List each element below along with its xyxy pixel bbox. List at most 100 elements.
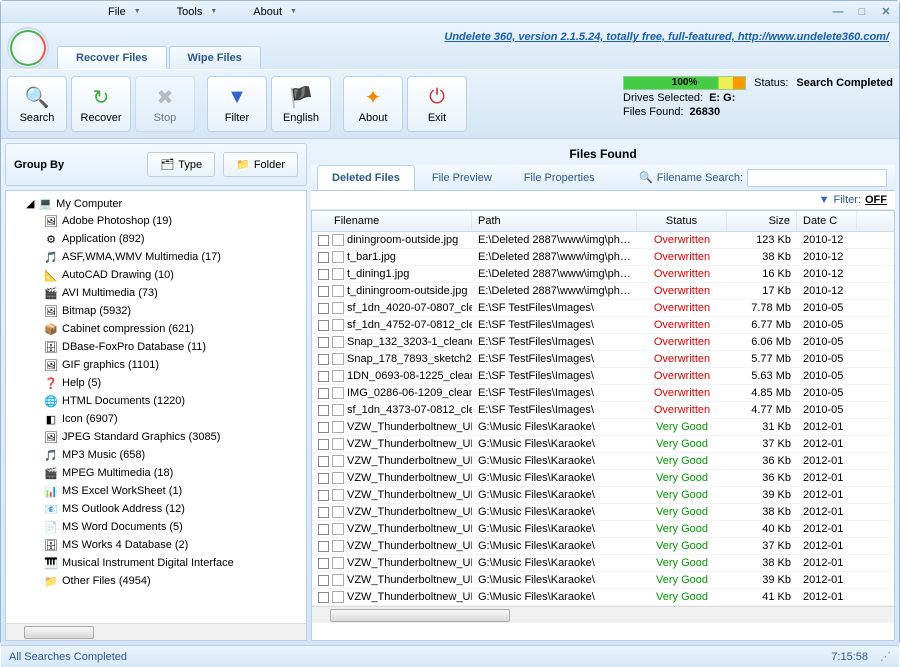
table-row[interactable]: sf_1dn_4373-07-0812_cle...E:\SF TestFile… (312, 402, 894, 419)
row-checkbox[interactable] (318, 337, 329, 348)
collapse-icon[interactable]: ◢ (26, 197, 34, 210)
language-button[interactable]: 🏴English (271, 76, 331, 132)
tree-item[interactable]: 🌐HTML Documents (1220) (10, 392, 302, 410)
tree-hscroll[interactable] (6, 623, 306, 640)
tree-item[interactable]: 🎬MPEG Multimedia (18) (10, 464, 302, 482)
tree-item[interactable]: 🗄MS Works 4 Database (2) (10, 536, 302, 554)
row-checkbox[interactable] (318, 592, 329, 603)
tab-wipe-files[interactable]: Wipe Files (169, 46, 261, 69)
table-row[interactable]: Snap_132_3203-1_cleane...E:\SF TestFiles… (312, 334, 894, 351)
table-row[interactable]: VZW_Thunderboltnew_UM...G:\Music Files\K… (312, 589, 894, 606)
row-checkbox[interactable] (318, 354, 329, 365)
tab-deleted-files[interactable]: Deleted Files (317, 165, 415, 190)
table-row[interactable]: VZW_Thunderboltnew_UM...G:\Music Files\K… (312, 436, 894, 453)
close-button[interactable]: ✕ (877, 5, 895, 19)
tree-item[interactable]: 📦Cabinet compression (621) (10, 320, 302, 338)
table-row[interactable]: diningroom-outside.jpgE:\Deleted 2887\ww… (312, 232, 894, 249)
search-button[interactable]: 🔍Search (7, 76, 67, 132)
tree-item[interactable]: 🎬AVI Multimedia (73) (10, 284, 302, 302)
table-row[interactable]: 1DN_0693-08-1225_clean...E:\SF TestFiles… (312, 368, 894, 385)
tree-item[interactable]: 📄MS Word Documents (5) (10, 518, 302, 536)
row-checkbox[interactable] (318, 252, 329, 263)
menu-file[interactable]: File▼ (90, 4, 159, 20)
col-date[interactable]: Date C (797, 211, 857, 231)
tree-item[interactable]: 🎵MP3 Music (658) (10, 446, 302, 464)
category-tree[interactable]: ◢💻My Computer 🖼Adobe Photoshop (19)⚙Appl… (5, 190, 307, 641)
row-checkbox[interactable] (318, 388, 329, 399)
table-row[interactable]: t_dining1.jpgE:\Deleted 2887\www\img\pho… (312, 266, 894, 283)
col-path[interactable]: Path (472, 211, 637, 231)
row-checkbox[interactable] (318, 558, 329, 569)
tree-item[interactable]: 🖼Bitmap (5932) (10, 302, 302, 320)
table-row[interactable]: IMG_0286-06-1209_clean...E:\SF TestFiles… (312, 385, 894, 402)
row-checkbox[interactable] (318, 473, 329, 484)
recover-button[interactable]: ↻Recover (71, 76, 131, 132)
row-checkbox[interactable] (318, 235, 329, 246)
row-checkbox[interactable] (318, 286, 329, 297)
row-checkbox[interactable] (318, 269, 329, 280)
tree-item[interactable]: 📐AutoCAD Drawing (10) (10, 266, 302, 284)
filter-state[interactable]: OFF (865, 194, 887, 206)
table-row[interactable]: sf_1dn_4752-07-0812_cle...E:\SF TestFile… (312, 317, 894, 334)
table-row[interactable]: Snap_178_7893_sketch2_...E:\SF TestFiles… (312, 351, 894, 368)
row-checkbox[interactable] (318, 439, 329, 450)
promo-link[interactable]: Undelete 360, version 2.1.5.24, totally … (440, 27, 893, 47)
tab-file-preview[interactable]: File Preview (417, 165, 507, 190)
col-filename[interactable]: Filename (312, 211, 472, 231)
maximize-button[interactable]: □ (853, 5, 871, 19)
tab-file-properties[interactable]: File Properties (509, 165, 610, 190)
tree-item[interactable]: 📧MS Outlook Address (12) (10, 500, 302, 518)
table-row[interactable]: VZW_Thunderboltnew_UM...G:\Music Files\K… (312, 504, 894, 521)
tree-item[interactable]: ❓Help (5) (10, 374, 302, 392)
exit-button[interactable]: ⏻Exit (407, 76, 467, 132)
tree-item[interactable]: 📁Other Files (4954) (10, 572, 302, 590)
table-row[interactable]: VZW_Thunderboltnew_UM...G:\Music Files\K… (312, 555, 894, 572)
row-checkbox[interactable] (318, 320, 329, 331)
table-row[interactable]: VZW_Thunderboltnew_UM...G:\Music Files\K… (312, 487, 894, 504)
table-row[interactable]: sf_1dn_4020-07-0807_cle...E:\SF TestFile… (312, 300, 894, 317)
tree-item[interactable]: ◧Icon (6907) (10, 410, 302, 428)
resize-grip-icon[interactable]: ⋰ (880, 650, 891, 663)
tree-item[interactable]: 🎹Musical Instrument Digital Interface (10, 554, 302, 572)
table-row[interactable]: VZW_Thunderboltnew_UM...G:\Music Files\K… (312, 538, 894, 555)
about-button[interactable]: ✦About (343, 76, 403, 132)
row-checkbox[interactable] (318, 371, 329, 382)
row-checkbox[interactable] (318, 575, 329, 586)
table-row[interactable]: VZW_Thunderboltnew_UM...G:\Music Files\K… (312, 419, 894, 436)
file-grid[interactable]: Filename Path Status Size Date C diningr… (311, 210, 895, 641)
groupby-folder-button[interactable]: 📁Folder (223, 152, 298, 177)
table-row[interactable]: t_diningroom-outside.jpgE:\Deleted 2887\… (312, 283, 894, 300)
groupby-type-button[interactable]: 🗂Type (147, 152, 215, 177)
menu-about[interactable]: About▼ (235, 4, 315, 20)
grid-hscroll[interactable] (312, 606, 894, 623)
col-size[interactable]: Size (727, 211, 797, 231)
table-row[interactable]: VZW_Thunderboltnew_UM...G:\Music Files\K… (312, 521, 894, 538)
row-checkbox[interactable] (318, 490, 329, 501)
row-checkbox[interactable] (318, 303, 329, 314)
table-row[interactable]: t_bar1.jpgE:\Deleted 2887\www\img\photos… (312, 249, 894, 266)
row-checkbox[interactable] (318, 507, 329, 518)
row-checkbox[interactable] (318, 405, 329, 416)
minimize-button[interactable]: — (829, 5, 847, 19)
row-checkbox[interactable] (318, 524, 329, 535)
filename-search-input[interactable] (747, 169, 887, 187)
filter-button[interactable]: ▼Filter (207, 76, 267, 132)
tree-item[interactable]: 🖼GIF graphics (1101) (10, 356, 302, 374)
tree-item[interactable]: 🎵ASF,WMA,WMV Multimedia (17) (10, 248, 302, 266)
table-row[interactable]: VZW_Thunderboltnew_UM...G:\Music Files\K… (312, 470, 894, 487)
tree-item[interactable]: ⚙Application (892) (10, 230, 302, 248)
tree-item[interactable]: 🗄DBase-FoxPro Database (11) (10, 338, 302, 356)
stop-button[interactable]: ✖Stop (135, 76, 195, 132)
tab-recover-files[interactable]: Recover Files (57, 46, 167, 69)
row-checkbox[interactable] (318, 541, 329, 552)
row-checkbox[interactable] (318, 422, 329, 433)
table-row[interactable]: VZW_Thunderboltnew_UM...G:\Music Files\K… (312, 572, 894, 589)
tree-item[interactable]: 🖼JPEG Standard Graphics (3085) (10, 428, 302, 446)
menu-tools[interactable]: Tools▼ (159, 4, 236, 20)
col-status[interactable]: Status (637, 211, 727, 231)
tree-item[interactable]: 🖼Adobe Photoshop (19) (10, 212, 302, 230)
tree-root[interactable]: ◢💻My Computer (10, 195, 302, 212)
table-row[interactable]: VZW_Thunderboltnew_UM...G:\Music Files\K… (312, 453, 894, 470)
tree-item[interactable]: 📊MS Excel WorkSheet (1) (10, 482, 302, 500)
row-checkbox[interactable] (318, 456, 329, 467)
